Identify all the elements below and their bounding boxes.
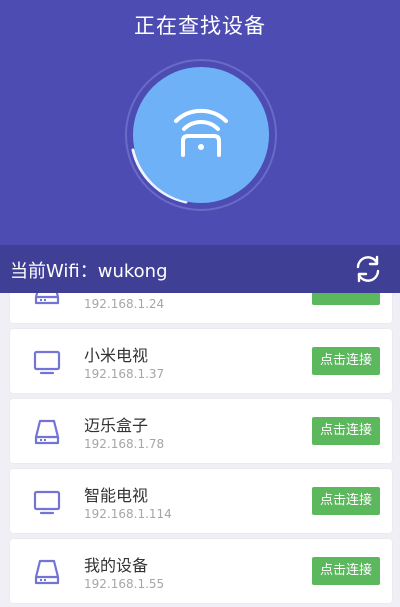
connect-button[interactable]: 点击连接 (312, 347, 380, 375)
device-name: 我的设备 (84, 556, 149, 575)
current-wifi-label: 当前Wifi：wukong (10, 261, 168, 282)
storage-box-icon (34, 293, 60, 305)
device-ip: 192.168.1.114 (84, 507, 172, 521)
tv-icon (33, 350, 61, 375)
device-name: 智能电视 (84, 486, 149, 505)
wifi-status-bar: 当前Wifi：wukong (0, 245, 400, 293)
device-ip: 192.168.1.78 (84, 437, 165, 451)
device-list: 192.168.1.24 小米电视 192.168.1.37 点击连接 迈乐盒子… (0, 293, 400, 607)
device-ip: 192.168.1.37 (84, 367, 165, 381)
connect-button[interactable]: 点击连接 (312, 557, 380, 585)
connect-button[interactable]: 点击连接 (312, 417, 380, 445)
tv-icon (33, 490, 61, 515)
device-item[interactable]: 192.168.1.24 (10, 293, 392, 323)
wifi-signal-icon (125, 59, 277, 211)
storage-box-icon (34, 419, 60, 445)
page-title: 正在查找设备 (134, 14, 266, 38)
storage-box-icon (34, 559, 60, 585)
device-name: 迈乐盒子 (84, 416, 149, 435)
device-item[interactable]: 我的设备 192.168.1.55 点击连接 (10, 539, 392, 603)
device-item[interactable]: 智能电视 192.168.1.114 点击连接 (10, 469, 392, 533)
device-ip: 192.168.1.55 (84, 577, 165, 591)
connect-button[interactable]: 点击连接 (312, 487, 380, 515)
device-name: 小米电视 (84, 346, 149, 365)
device-ip: 192.168.1.24 (84, 297, 165, 311)
refresh-icon[interactable] (352, 253, 384, 285)
device-item[interactable]: 迈乐盒子 192.168.1.78 点击连接 (10, 399, 392, 463)
device-item[interactable]: 小米电视 192.168.1.37 点击连接 (10, 329, 392, 393)
connect-button[interactable] (312, 293, 380, 305)
search-header: 正在查找设备 (0, 0, 400, 245)
